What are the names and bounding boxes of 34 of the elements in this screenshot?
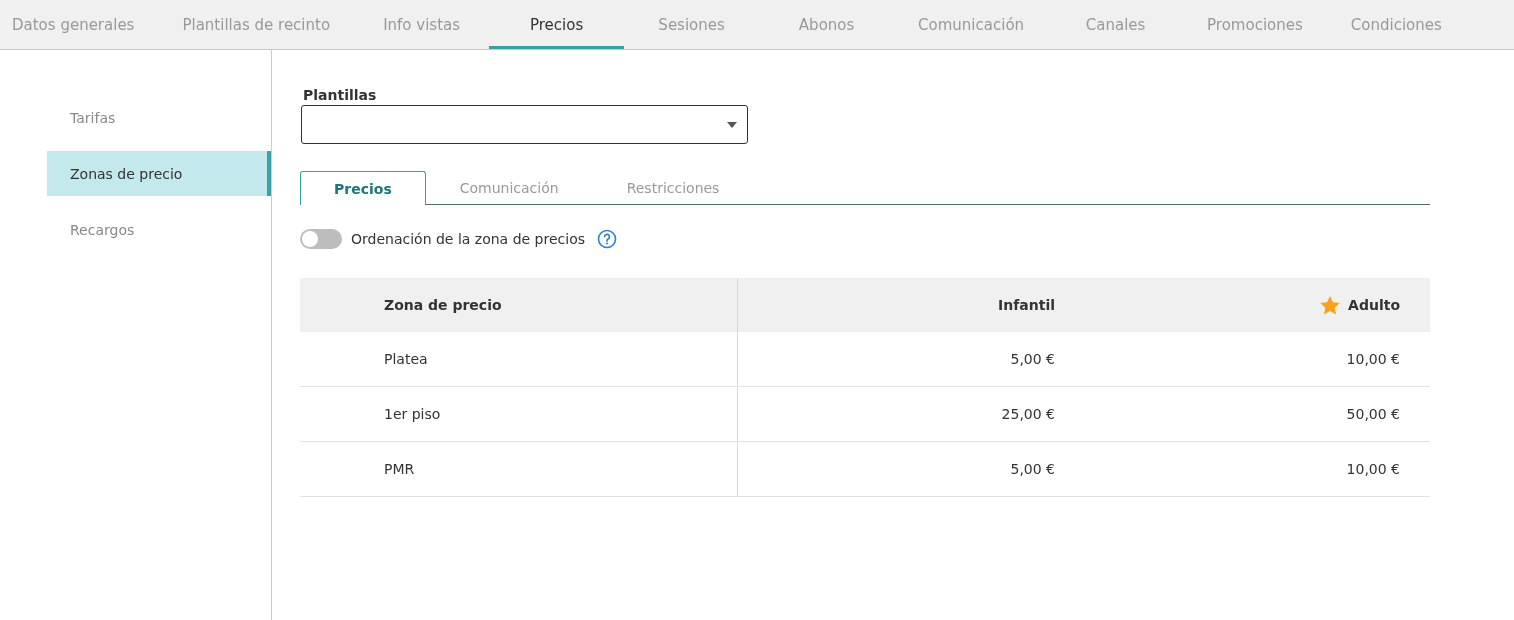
nav-tab[interactable]: Info vistas (354, 0, 490, 49)
nav-tab[interactable]: Promociones (1183, 0, 1327, 49)
toggle-label: Ordenación de la zona de precios (351, 231, 585, 247)
table-cell-text: 5,00 € (1009, 350, 1056, 369)
section-tab[interactable]: Precios (300, 171, 426, 205)
column-header: Zona de precio (300, 278, 738, 332)
nav-tab[interactable]: Precios (489, 0, 625, 49)
sidebar-item[interactable]: Recargos (47, 207, 271, 252)
column-header: Adulto (1085, 278, 1430, 332)
table-cell: PMR (300, 442, 738, 496)
templates-dropdown[interactable] (301, 105, 748, 144)
nav-tab[interactable]: Abonos (759, 0, 895, 49)
table-cell-text: 5,00 € (1009, 460, 1056, 479)
field-label: Plantillas (303, 87, 377, 103)
section-tab[interactable]: Comunicación (425, 171, 593, 204)
table-cell-text: 10,00 € (1345, 460, 1401, 479)
table-cell: 1er piso (300, 387, 738, 441)
column-header: Infantil (997, 296, 1056, 315)
nav-tab[interactable]: Canales (1048, 0, 1184, 49)
sidebar-item[interactable]: Zonas de precio (47, 151, 271, 196)
toggle-switch[interactable] (300, 229, 342, 249)
nav-tab[interactable]: Sesiones (624, 0, 760, 49)
sidebar-item[interactable]: Tarifas (47, 95, 271, 140)
help-icon[interactable] (597, 229, 617, 249)
nav-tab[interactable]: Comunicación (894, 0, 1049, 49)
table-cell: Platea (300, 332, 738, 386)
nav-tab[interactable]: Datos generales (0, 0, 159, 49)
section-tab[interactable]: Restricciones (592, 171, 754, 204)
nav-tab[interactable]: Condiciones (1326, 0, 1466, 49)
nav-tab[interactable]: Plantillas de recinto (158, 0, 355, 49)
table-cell-text: 10,00 € (1345, 350, 1401, 369)
table-cell-text: 50,00 € (1345, 405, 1401, 424)
table-cell-text: 25,00 € (1000, 405, 1056, 424)
caret-icon (727, 121, 737, 128)
